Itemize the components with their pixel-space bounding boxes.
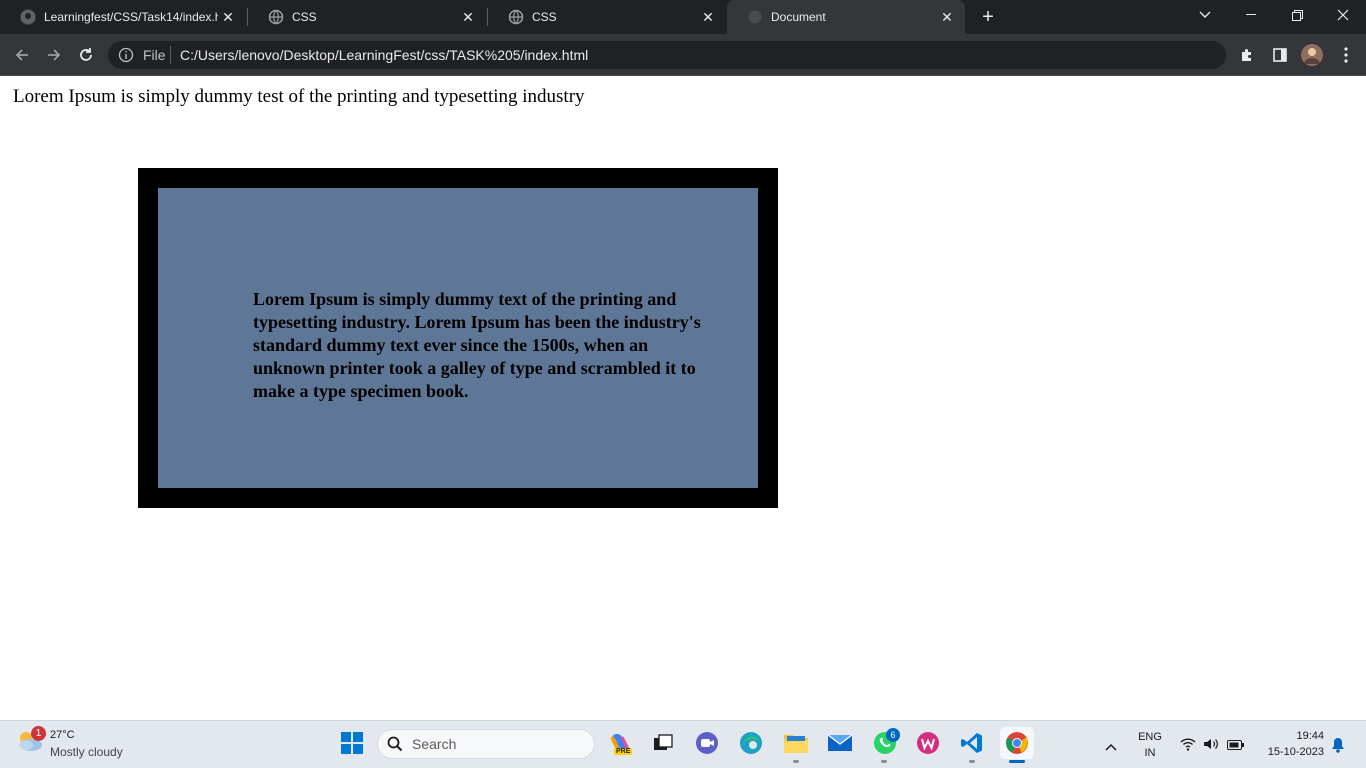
wifi-icon[interactable] [1180, 737, 1196, 756]
tab-strip: Learningfest/CSS/Task14/index.h ✕ CSS ✕ … [0, 0, 1366, 34]
scheme-label: File [143, 47, 166, 63]
search-label: Search [412, 736, 457, 752]
side-panel-icon[interactable] [1267, 42, 1293, 68]
address-divider [170, 46, 171, 64]
globe-icon [268, 9, 284, 25]
wps-office-icon[interactable] [915, 730, 941, 756]
globe-icon [747, 9, 763, 25]
language-line-1[interactable]: ENG [1136, 731, 1164, 743]
box-paragraph: Lorem Ipsum is simply dummy text of the … [253, 289, 701, 401]
close-tab-icon[interactable]: ✕ [937, 9, 957, 26]
forward-icon[interactable] [41, 42, 67, 68]
weather-badge: 1 [31, 726, 46, 741]
file-explorer-icon[interactable] [783, 730, 809, 756]
page-heading-line: Lorem Ipsum is simply dummy test of the … [13, 86, 585, 107]
close-window-icon[interactable] [1320, 0, 1366, 30]
close-tab-icon[interactable]: ✕ [698, 9, 718, 26]
tab-learningfest[interactable]: Learningfest/CSS/Task14/index.h ✕ [0, 0, 246, 34]
taskbar-search[interactable] [377, 729, 595, 759]
chrome-icon[interactable] [1000, 727, 1034, 759]
notification-bell-icon[interactable] [1331, 737, 1345, 758]
clock-date[interactable]: 15-10-2023 [1252, 746, 1324, 758]
task-view-icon[interactable] [650, 730, 676, 756]
tab-title: CSS [532, 10, 557, 24]
taskbar [0, 720, 1366, 768]
edge-browser-icon[interactable] [738, 730, 764, 756]
search-icon [387, 736, 403, 757]
windows-start-icon[interactable] [339, 730, 365, 756]
back-icon[interactable] [9, 42, 35, 68]
teams-chat-icon[interactable] [694, 730, 720, 756]
weather-desc[interactable]: Mostly cloudy [50, 745, 123, 759]
info-icon[interactable] [118, 47, 134, 63]
box-content-area: Lorem Ipsum is simply dummy text of the … [158, 188, 758, 488]
vscode-icon[interactable] [959, 730, 985, 756]
copilot-pre-tag: PRE [614, 748, 633, 755]
globe-icon [508, 9, 524, 25]
profile-avatar[interactable] [1299, 42, 1325, 68]
tab-search-icon[interactable] [1182, 0, 1228, 30]
tab-css-1[interactable]: CSS ✕ [248, 0, 486, 34]
new-tab-button[interactable]: + [976, 5, 1000, 29]
url-text[interactable]: C:/Users/lenovo/Desktop/LearningFest/css… [180, 47, 588, 63]
restore-icon[interactable] [1274, 0, 1320, 30]
show-hidden-icons-chevron-icon[interactable] [1105, 738, 1117, 756]
tab-document[interactable]: Document ✕ [727, 0, 965, 34]
mail-icon[interactable] [827, 730, 853, 756]
battery-icon[interactable] [1227, 738, 1245, 756]
whatsapp-badge: 6 [886, 728, 900, 742]
github-icon [20, 9, 36, 25]
tab-css-2[interactable]: CSS ✕ [488, 0, 726, 34]
weather-temp[interactable]: 27°C [50, 729, 75, 741]
close-tab-icon[interactable]: ✕ [458, 9, 478, 26]
clock-time[interactable]: 19:44 [1258, 730, 1324, 742]
extensions-icon[interactable] [1234, 42, 1260, 68]
volume-icon[interactable] [1203, 737, 1219, 756]
reload-icon[interactable] [73, 42, 99, 68]
tab-title: Document [771, 10, 826, 24]
bordered-box: Lorem Ipsum is simply dummy text of the … [138, 168, 778, 508]
minimize-icon[interactable] [1228, 0, 1274, 30]
menu-kebab-icon[interactable] [1333, 42, 1359, 68]
tab-title: Learningfest/CSS/Task14/index.h [44, 10, 218, 24]
tab-title: CSS [292, 10, 317, 24]
close-tab-icon[interactable]: ✕ [218, 9, 238, 26]
language-line-2[interactable]: IN [1136, 747, 1164, 759]
